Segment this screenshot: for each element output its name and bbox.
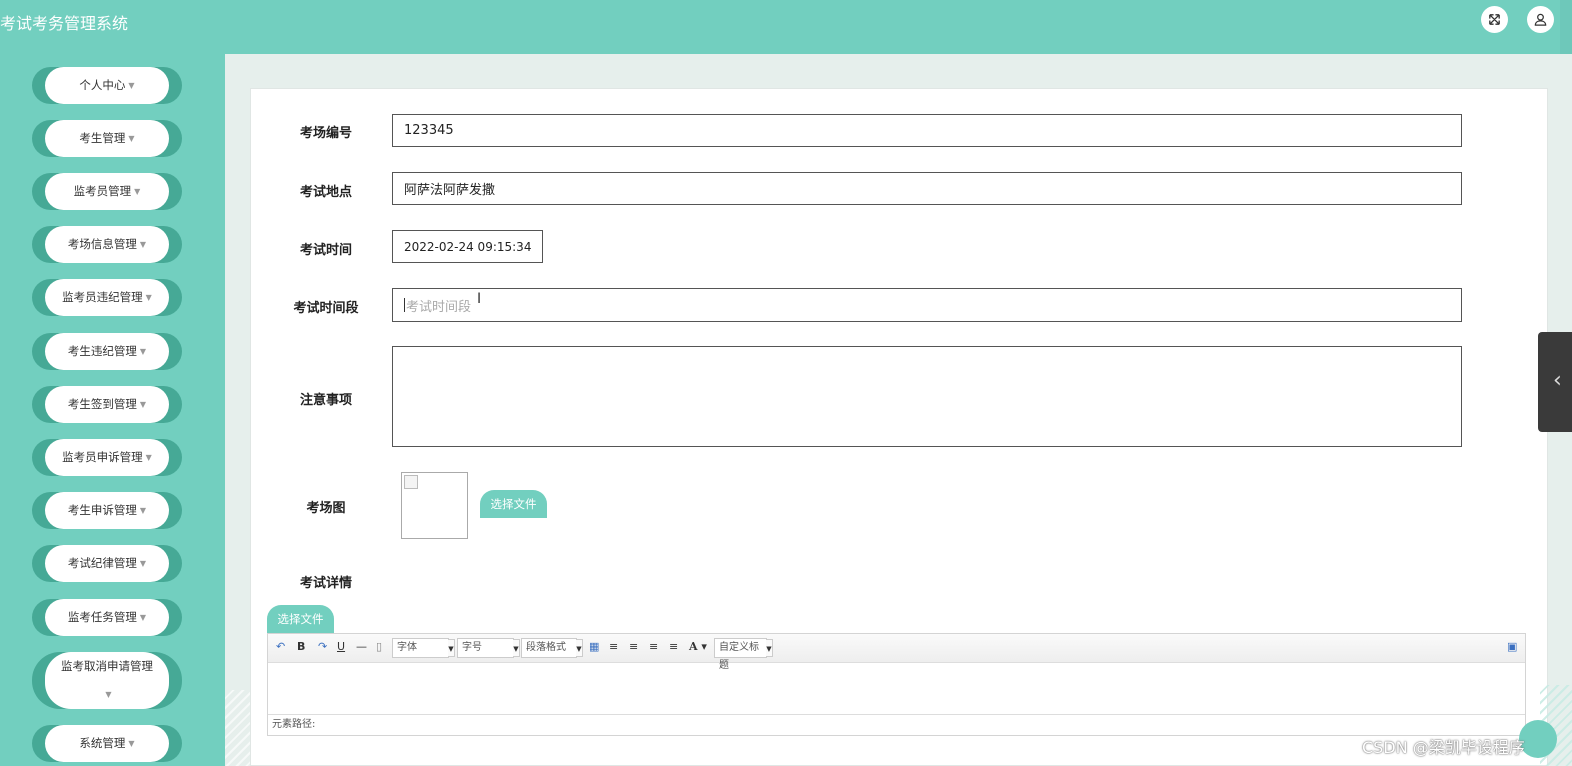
ibeam-cursor-icon: I <box>477 291 482 307</box>
fullscreen-button[interactable] <box>1481 6 1508 33</box>
sidebar-item-label: 考生申诉管理 <box>67 503 137 517</box>
scrollbar[interactable] <box>1560 0 1572 54</box>
align-left-icon[interactable]: ≡ <box>609 640 618 653</box>
sidebar-item-exam-room-info[interactable]: 考场信息管理 ▼ <box>32 226 182 263</box>
room-image-preview <box>401 472 468 539</box>
sidebar-item-label: 考生签到管理 <box>67 397 137 411</box>
exam-room-no-input[interactable]: 123345 <box>392 114 1462 147</box>
font-color-icon[interactable]: A ▾ <box>689 640 707 653</box>
exam-period-input[interactable]: 考试时间段 <box>392 288 1462 322</box>
chevron-down-icon: ▼ <box>513 639 520 657</box>
sidebar-item-label: 监考员申诉管理 <box>62 450 143 464</box>
chevron-down-icon: ▼ <box>128 739 135 748</box>
room-image-label: 考场图 <box>306 501 346 516</box>
chevron-down-icon: ▼ <box>139 613 147 622</box>
font-family-select[interactable]: 字体 ▼ <box>392 638 455 658</box>
sidebar-item-invigilator-appeal[interactable]: 监考员申诉管理 ▼ <box>32 439 182 476</box>
fullscreen-icon <box>1489 14 1500 25</box>
exam-details-label: 考试详情 <box>299 576 352 591</box>
room-image-choose-file-button[interactable]: 选择文件 <box>480 490 547 518</box>
paragraph-format-value: 段落格式 <box>526 642 566 653</box>
user-icon <box>1534 13 1547 26</box>
chevron-down-icon: ▼ <box>766 639 773 657</box>
sidebar-item-label: 个人中心 <box>79 78 126 92</box>
exam-details-choose-file-button[interactable]: 选择文件 <box>267 605 334 633</box>
sidebar-item-label: 考试纪律管理 <box>67 556 137 570</box>
chevron-down-icon: ▼ <box>139 240 147 249</box>
side-collapse-tab[interactable]: ‹ <box>1538 332 1572 432</box>
exam-period-label: 考试时间段 <box>293 301 359 316</box>
sidebar-item-label: 考场信息管理 <box>67 237 137 251</box>
chevron-down-icon: ▼ <box>145 293 152 302</box>
table-icon[interactable]: ▦ <box>589 640 599 653</box>
sidebar-item-label: 监考取消申请管理 <box>61 658 153 673</box>
top-header: 考试考务管理系统 <box>0 0 1572 54</box>
chevron-down-icon: ▼ <box>139 400 147 409</box>
sidebar: 个人中心 ▼ 考生管理 ▼ 监考员管理 ▼ 考场信息管理 ▼ 监考员违纪管理 ▼ 考生违纪… <box>0 54 225 766</box>
chevron-down-icon: ▼ <box>128 134 135 143</box>
app-title: 考试考务管理系统 <box>0 14 129 33</box>
sidebar-item-label: 考生违纪管理 <box>67 344 137 358</box>
sidebar-item-label: 考生管理 <box>79 131 126 145</box>
exam-time-label: 考试时间 <box>299 243 352 258</box>
font-size-value: 字号 <box>462 642 482 653</box>
sidebar-item-personal-center[interactable]: 个人中心 ▼ <box>32 67 182 104</box>
undo-icon[interactable]: ↶ <box>276 640 285 653</box>
chevron-down-icon: ▼ <box>448 639 455 657</box>
bold-icon[interactable]: B <box>297 640 305 653</box>
exam-room-no-label: 考场编号 <box>299 126 352 141</box>
align-right-icon[interactable]: ≡ <box>629 640 638 653</box>
editor-toolbar: ↶ B ↷ U — ▯ 字体 ▼ 字号 ▼ 段落格式 ▼ ▦ ≡ ≡ ≡ ≡ A ▾ … <box>268 634 1525 671</box>
underline-icon[interactable]: U <box>337 640 345 653</box>
editor-content-area[interactable] <box>268 663 1525 715</box>
sidebar-item-examinee-violation[interactable]: 考生违纪管理 ▼ <box>32 333 182 370</box>
paragraph-format-select[interactable]: 段落格式 ▼ <box>521 638 583 658</box>
rich-text-editor: ↶ B ↷ U — ▯ 字体 ▼ 字号 ▼ 段落格式 ▼ ▦ ≡ ≡ ≡ ≡ A ▾ … <box>267 633 1526 736</box>
sidebar-item-invigilation-cancel[interactable]: 监考取消申请管理 ▼ <box>32 652 182 709</box>
watermark: CSDN @梁凯毕设程序 <box>1362 738 1525 757</box>
sidebar-item-exam-discipline[interactable]: 考试纪律管理 ▼ <box>32 545 182 582</box>
element-path-bar: 元素路径: <box>268 714 1525 735</box>
font-family-value: 字体 <box>397 642 417 653</box>
text-cursor <box>404 298 405 312</box>
sidebar-item-examinee-appeal[interactable]: 考生申诉管理 ▼ <box>32 492 182 529</box>
broken-image-icon <box>404 475 418 489</box>
chevron-down-icon: ▼ <box>576 639 583 657</box>
horizontal-rule-icon[interactable]: — <box>356 640 367 653</box>
fullscreen-editor-icon[interactable]: ▣ <box>1507 640 1517 653</box>
chevron-left-icon: ‹ <box>1553 368 1562 393</box>
chevron-down-icon: ▼ <box>105 690 112 700</box>
custom-title-select[interactable]: 自定义标题 ▼ <box>714 638 773 671</box>
chevron-down-icon: ▼ <box>134 187 141 196</box>
chevron-down-icon: ▼ <box>128 81 135 90</box>
exam-period-placeholder: 考试时间段 <box>406 299 472 315</box>
sidebar-item-examinee-signin[interactable]: 考生签到管理 ▼ <box>32 386 182 423</box>
exam-time-input[interactable]: 2022-02-24 09:15:34 <box>392 230 543 263</box>
user-button[interactable] <box>1527 6 1554 33</box>
sidebar-item-label: 监考员管理 <box>73 184 132 198</box>
notes-label: 注意事项 <box>299 393 352 408</box>
sidebar-item-system[interactable]: 系统管理 ▼ <box>32 725 182 762</box>
font-size-select[interactable]: 字号 ▼ <box>457 638 520 658</box>
chevron-down-icon: ▼ <box>139 559 147 568</box>
notes-textarea[interactable] <box>392 346 1462 447</box>
sidebar-item-invigilator[interactable]: 监考员管理 ▼ <box>32 173 182 210</box>
chevron-down-icon: ▼ <box>145 453 152 462</box>
sidebar-item-invigilator-violation[interactable]: 监考员违纪管理 ▼ <box>32 279 182 316</box>
sidebar-item-examinee[interactable]: 考生管理 ▼ <box>32 120 182 157</box>
align-center-icon[interactable]: ≡ <box>649 640 658 653</box>
sidebar-item-label: 监考任务管理 <box>67 610 137 624</box>
sidebar-item-label: 系统管理 <box>79 736 126 750</box>
document-icon[interactable]: ▯ <box>376 640 382 653</box>
redo-icon[interactable]: ↷ <box>318 640 327 653</box>
sidebar-item-invigilation-task[interactable]: 监考任务管理 ▼ <box>32 599 182 636</box>
exam-location-label: 考试地点 <box>299 185 352 200</box>
exam-location-input[interactable]: 阿萨法阿萨发撒 <box>392 172 1462 205</box>
align-justify-icon[interactable]: ≡ <box>669 640 678 653</box>
sidebar-item-label: 监考员违纪管理 <box>62 290 143 304</box>
chevron-down-icon: ▼ <box>139 347 147 356</box>
chevron-down-icon: ▼ <box>139 506 147 515</box>
